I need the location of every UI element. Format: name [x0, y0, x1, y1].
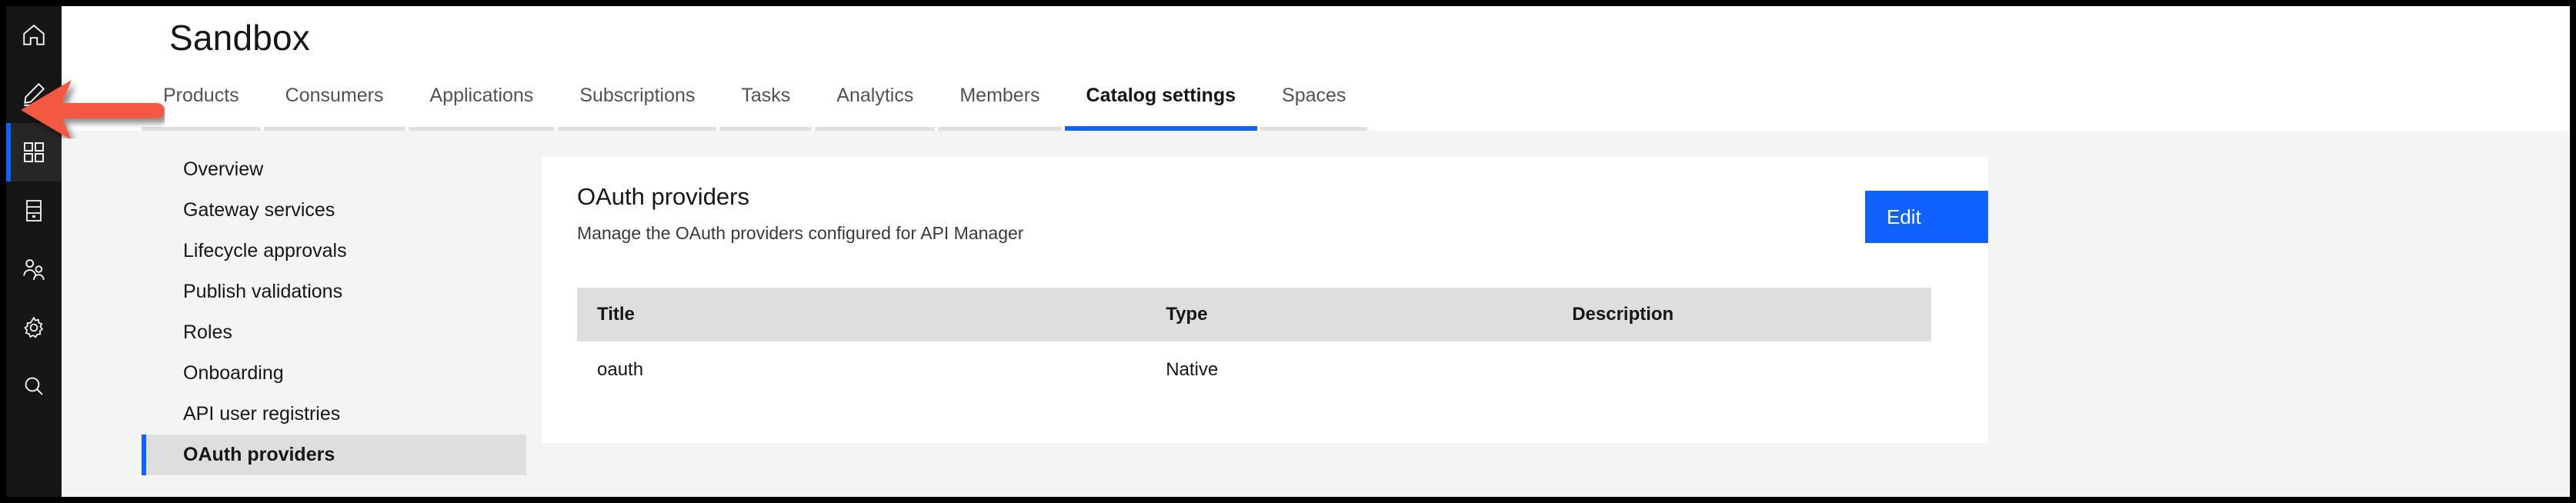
rail-item-manage[interactable] [6, 123, 62, 182]
sidebar-item-roles[interactable]: Roles [142, 312, 526, 353]
page-header: Sandbox Products Consumers Applications … [62, 6, 2570, 131]
column-header-description[interactable]: Description [1552, 288, 1931, 341]
tab-label: Consumers [285, 85, 384, 106]
global-left-rail [6, 6, 62, 497]
server-icon [22, 198, 46, 223]
edit-button[interactable]: Edit [1865, 191, 1988, 243]
sidebar-item-overview[interactable]: Overview [142, 149, 526, 190]
catalog-tab-bar: Products Consumers Applications Subscrip… [142, 80, 1370, 131]
gear-icon [22, 315, 46, 340]
cell-type: Native [1146, 341, 1553, 398]
edit-icon [21, 81, 47, 107]
rail-item-members[interactable] [6, 240, 62, 298]
sidebar-item-label: Publish validations [183, 281, 343, 302]
sidebar-item-label: Gateway services [183, 199, 335, 221]
users-icon [21, 256, 47, 282]
sidebar-item-lifecycle-approvals[interactable]: Lifecycle approvals [142, 231, 526, 271]
tab-label: Applications [429, 85, 534, 106]
rail-item-catalogs[interactable] [6, 182, 62, 240]
tab-subscriptions[interactable]: Subscriptions [558, 80, 717, 131]
home-icon [21, 22, 47, 48]
tab-products[interactable]: Products [142, 80, 261, 131]
sidebar-item-label: Onboarding [183, 362, 284, 384]
column-header-type[interactable]: Type [1146, 288, 1553, 341]
page-title: Sandbox [169, 18, 310, 58]
tab-label: Members [959, 85, 1040, 106]
sidebar-item-gateway-services[interactable]: Gateway services [142, 190, 526, 231]
column-header-title[interactable]: Title [577, 288, 1146, 341]
tab-label: Products [163, 85, 239, 106]
grid-icon [22, 140, 46, 165]
tab-tasks[interactable]: Tasks [719, 80, 813, 131]
main-panel: Sandbox Products Consumers Applications … [62, 6, 2570, 497]
tab-label: Catalog settings [1086, 85, 1236, 106]
catalog-settings-subnav: Overview Gateway services Lifecycle appr… [142, 149, 526, 475]
tab-analytics[interactable]: Analytics [815, 80, 936, 131]
sidebar-item-label: OAuth providers [183, 444, 335, 465]
card-subtitle: Manage the OAuth providers configured fo… [577, 223, 1024, 243]
cell-title: oauth [577, 341, 1146, 398]
tab-label: Analytics [836, 85, 914, 106]
sidebar-item-label: Lifecycle approvals [183, 240, 347, 261]
app-window: Sandbox Products Consumers Applications … [0, 0, 2576, 503]
tab-consumers[interactable]: Consumers [263, 80, 405, 131]
table-body: oauth Native [577, 341, 1931, 398]
oauth-providers-table: Title Type Description oauth Native [577, 288, 1931, 398]
tab-applications[interactable]: Applications [408, 80, 556, 131]
tab-spaces[interactable]: Spaces [1260, 80, 1368, 131]
rail-item-settings[interactable] [6, 298, 62, 357]
card-header: OAuth providers Manage the OAuth provide… [542, 157, 1988, 288]
tab-members[interactable]: Members [938, 80, 1062, 131]
tab-label: Spaces [1282, 85, 1346, 106]
card-title: OAuth providers [577, 183, 749, 210]
tab-label: Tasks [741, 85, 791, 106]
rail-item-search[interactable] [6, 357, 62, 415]
tab-label: Subscriptions [579, 85, 696, 106]
sidebar-item-onboarding[interactable]: Onboarding [142, 353, 526, 394]
sidebar-item-label: Overview [183, 158, 264, 180]
sidebar-item-publish-validations[interactable]: Publish validations [142, 271, 526, 312]
rail-item-home[interactable] [6, 6, 62, 65]
tab-catalog-settings[interactable]: Catalog settings [1064, 80, 1258, 131]
cell-description [1552, 341, 1931, 398]
sidebar-item-api-user-registries[interactable]: API user registries [142, 394, 526, 435]
table-header: Title Type Description [577, 288, 1931, 341]
sidebar-item-label: API user registries [183, 403, 341, 425]
sidebar-item-label: Roles [183, 321, 232, 343]
rail-item-design[interactable] [6, 65, 62, 123]
table-header-row: Title Type Description [577, 288, 1931, 341]
table-row[interactable]: oauth Native [577, 341, 1931, 398]
oauth-providers-card: OAuth providers Manage the OAuth provide… [542, 157, 1988, 443]
sidebar-item-oauth-providers[interactable]: OAuth providers [142, 435, 526, 475]
search-icon [22, 374, 46, 398]
